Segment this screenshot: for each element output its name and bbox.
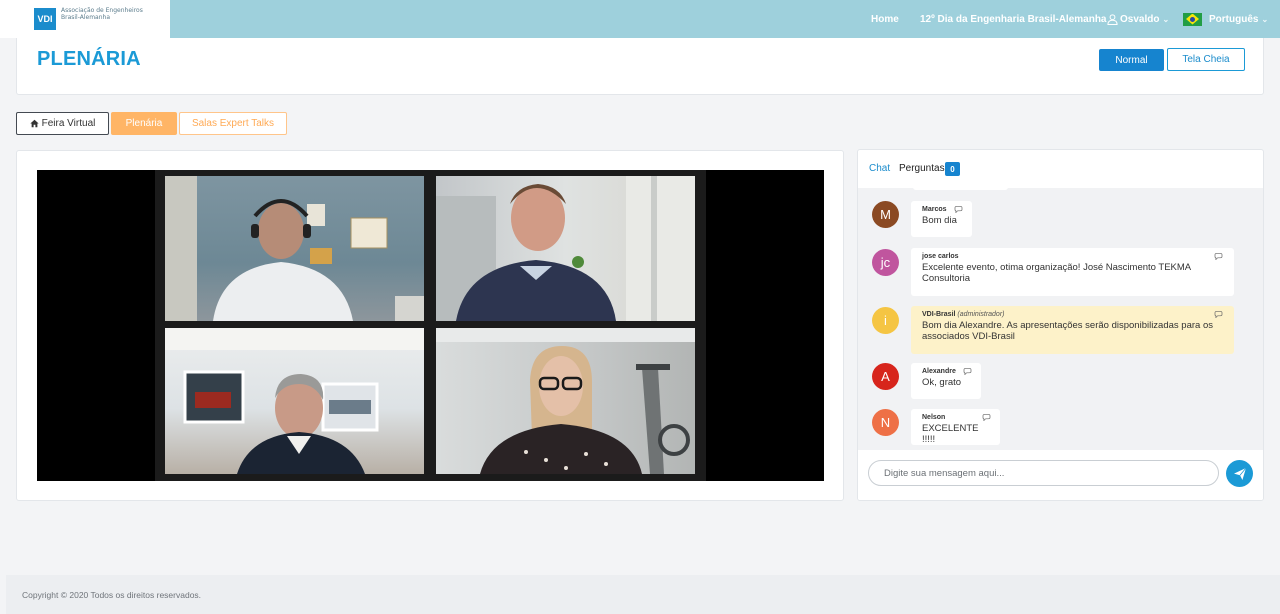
questions-count-badge: 0 xyxy=(945,162,960,176)
avatar: N xyxy=(872,409,899,436)
message-text: Excelente evento, otima organização! Jos… xyxy=(922,262,1191,284)
video-panel xyxy=(16,150,844,501)
participant-video xyxy=(436,328,695,474)
avatar: A xyxy=(872,363,899,390)
message-author: jose carlos xyxy=(922,253,959,260)
send-icon xyxy=(1233,467,1246,480)
message-text: EXCELENTE !!!!! xyxy=(922,423,979,445)
video-player[interactable] xyxy=(37,170,824,481)
reply-icon[interactable] xyxy=(1214,253,1223,260)
nav-event-link[interactable]: 12º Dia da Engenharia Brasil-Alemanha xyxy=(920,0,1107,38)
chat-bubble: Marcos Bom dia xyxy=(911,201,972,237)
reply-icon[interactable] xyxy=(1214,311,1223,318)
reply-icon[interactable] xyxy=(963,368,972,375)
reply-icon[interactable] xyxy=(954,206,963,213)
message-author: Nelson xyxy=(922,414,946,421)
participant-video-image xyxy=(165,176,424,321)
tab-feira-label: Feira Virtual xyxy=(41,118,96,129)
user-icon xyxy=(1107,13,1118,25)
chat-message-partial xyxy=(913,188,1008,190)
message-author: Alexandre xyxy=(922,368,956,375)
brazil-flag-icon xyxy=(1183,12,1202,26)
chat-bubble-admin: VDI-Brasil (administrador) Bom dia Alexa… xyxy=(911,306,1234,354)
info-icon: i xyxy=(872,307,899,334)
page-title: PLENÁRIA xyxy=(37,48,141,70)
message-text: Ok, grato xyxy=(922,377,962,388)
message-author: VDI-Brasil xyxy=(922,311,956,318)
page-header: PLENÁRIA Normal Tela Cheia xyxy=(16,38,1264,95)
chat-message-list[interactable]: M Marcos Bom dia jc jose carlos Excelent… xyxy=(858,188,1263,450)
nav-home-link[interactable]: Home xyxy=(871,0,899,38)
tab-chat[interactable]: Chat xyxy=(869,163,890,174)
participant-video xyxy=(165,328,424,474)
user-name: Osvaldo xyxy=(1120,13,1160,25)
chat-bubble: Nelson EXCELENTE !!!!! xyxy=(911,409,1000,445)
language-label: Português xyxy=(1209,13,1259,25)
chat-bubble: jose carlos Excelente evento, otima orga… xyxy=(911,248,1234,296)
chevron-down-icon: ⌄ xyxy=(1261,14,1269,24)
chevron-down-icon: ⌄ xyxy=(1162,14,1170,24)
top-navbar: VDI Associação de Engenheiros Brasil-Ale… xyxy=(0,0,1280,38)
avatar: jc xyxy=(872,249,899,276)
participant-video xyxy=(436,176,695,321)
tab-plenaria[interactable]: Plenária xyxy=(111,112,177,135)
chat-bubble: Alexandre Ok, grato xyxy=(911,363,981,399)
avatar: M xyxy=(872,201,899,228)
normal-view-button[interactable]: Normal xyxy=(1099,49,1164,71)
home-icon xyxy=(29,119,39,128)
chat-composer xyxy=(858,450,1263,500)
participant-video xyxy=(165,176,424,321)
vdi-logo-icon: VDI xyxy=(34,8,56,30)
chat-message-input[interactable] xyxy=(868,460,1219,486)
language-menu[interactable]: Português ⌄ xyxy=(1183,0,1268,38)
reply-icon[interactable] xyxy=(982,414,991,421)
message-text: Bom dia Alexandre. As apresentações serã… xyxy=(922,320,1213,342)
video-conference-grid xyxy=(155,170,706,481)
message-text: Bom dia xyxy=(922,215,957,226)
footer: Copyright © 2020 Todos os direitos reser… xyxy=(6,575,1280,614)
participant-video-image xyxy=(436,176,695,321)
copyright-text: Copyright © 2020 Todos os direitos reser… xyxy=(22,590,202,600)
brand-logo[interactable]: VDI Associação de Engenheiros Brasil-Ale… xyxy=(0,0,170,38)
message-author: Marcos xyxy=(922,206,947,213)
tab-feira-virtual[interactable]: Feira Virtual xyxy=(16,112,109,135)
participant-video-image xyxy=(436,328,695,474)
chat-panel: Chat Perguntas 0 M Marcos Bom dia jc jos… xyxy=(857,149,1264,501)
participant-video-image xyxy=(165,328,424,474)
user-menu[interactable]: Osvaldo ⌄ xyxy=(1107,0,1169,38)
message-author-role: (administrador) xyxy=(957,311,1005,318)
fullscreen-button[interactable]: Tela Cheia xyxy=(1167,48,1245,71)
chat-tabs: Chat Perguntas 0 xyxy=(858,150,1263,188)
tab-salas-expert-talks[interactable]: Salas Expert Talks xyxy=(179,112,287,135)
tab-perguntas[interactable]: Perguntas xyxy=(899,163,945,174)
brand-name: Associação de Engenheiros Brasil-Alemanh… xyxy=(61,7,143,21)
send-button[interactable] xyxy=(1226,460,1253,487)
